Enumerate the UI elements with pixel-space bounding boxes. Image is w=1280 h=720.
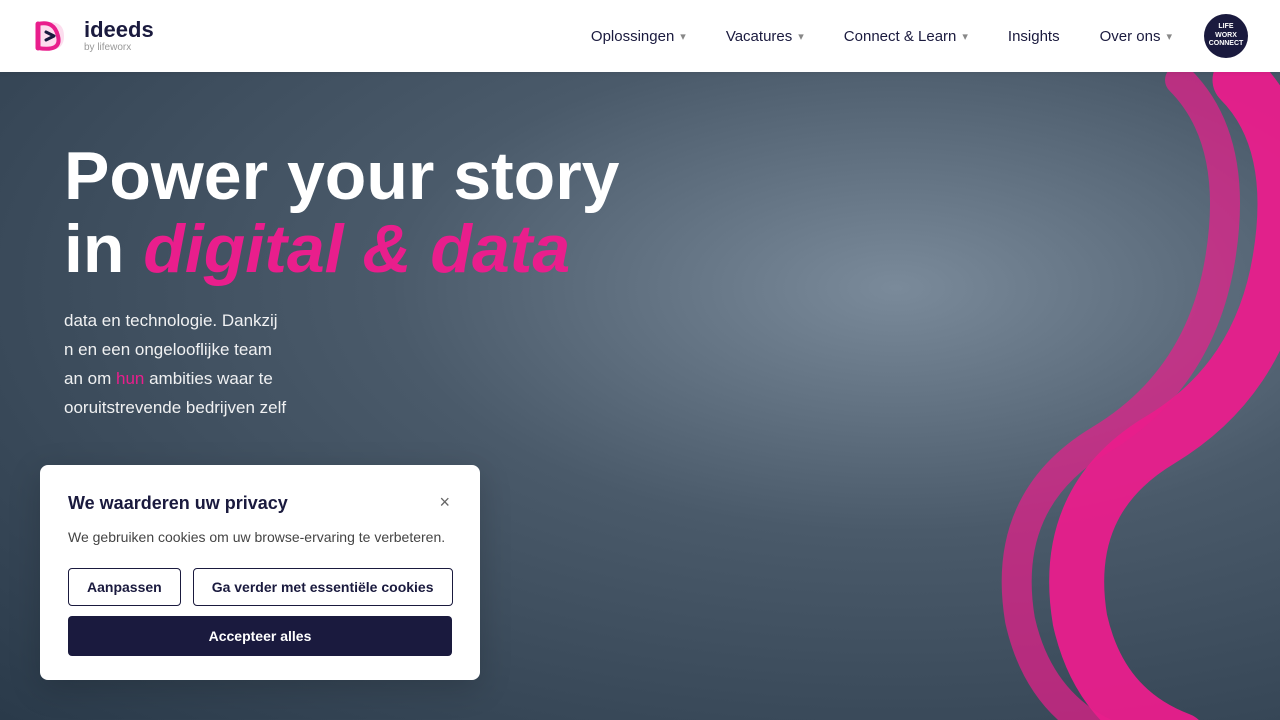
nav-link-vacatures[interactable]: Vacatures ▾ (710, 20, 820, 53)
hero-title: Power your story in digital & data (64, 140, 620, 287)
chevron-down-icon: ▾ (1166, 30, 1172, 43)
cookie-essential-button[interactable]: Ga verder met essentiële cookies (193, 568, 453, 606)
nav-item-oplossingen[interactable]: Oplossingen ▾ (575, 20, 702, 53)
cookie-body: We gebruiken cookies om uw browse-ervari… (68, 526, 452, 548)
nav-link-connect-learn[interactable]: Connect & Learn ▾ (828, 20, 984, 53)
cookie-buttons: Aanpassen Ga verder met essentiële cooki… (68, 568, 452, 656)
cookie-close-button[interactable]: × (437, 493, 452, 511)
lifeworx-badge[interactable]: lifeworxconnect (1204, 14, 1248, 58)
nav-item-connect-learn[interactable]: Connect & Learn ▾ (828, 20, 984, 53)
cookie-btn-row: Aanpassen Ga verder met essentiële cooki… (68, 568, 452, 606)
hero-title-line2: in digital & data (64, 211, 570, 287)
cookie-modal-header: We waarderen uw privacy × (68, 493, 452, 514)
nav-item-vacatures[interactable]: Vacatures ▾ (710, 20, 820, 53)
navigation: ideeds by lifeworx Oplossingen ▾ Vacatur… (0, 0, 1280, 72)
cookie-title: We waarderen uw privacy (68, 493, 288, 514)
lifeworx-badge-text: lifeworxconnect (1209, 23, 1244, 48)
nav-link-over-ons[interactable]: Over ons ▾ (1084, 20, 1188, 53)
nav-item-over-ons[interactable]: Over ons ▾ (1084, 20, 1188, 53)
logo-icon (32, 14, 76, 58)
cookie-accept-button[interactable]: Accepteer alles (68, 616, 452, 656)
chevron-down-icon: ▾ (798, 30, 804, 43)
nav-link-oplossingen[interactable]: Oplossingen ▾ (575, 20, 702, 53)
logo[interactable]: ideeds by lifeworx (32, 14, 154, 58)
logo-text: ideeds (84, 17, 154, 42)
subtitle-highlight: hun (116, 369, 144, 388)
nav-link-insights[interactable]: Insights (992, 20, 1076, 53)
hero-content: Power your story in digital & data data … (64, 140, 620, 422)
nav-item-insights[interactable]: Insights (992, 20, 1076, 53)
cookie-adjust-button[interactable]: Aanpassen (68, 568, 181, 606)
hero-title-line1: Power your story (64, 138, 620, 214)
cookie-modal: We waarderen uw privacy × We gebruiken c… (40, 465, 480, 680)
hero-subtitle: data en technologie. Dankzij n en een on… (64, 307, 620, 423)
logo-sub: by lifeworx (84, 42, 154, 53)
chevron-down-icon: ▾ (680, 30, 686, 43)
chevron-down-icon: ▾ (962, 30, 968, 43)
nav-links: Oplossingen ▾ Vacatures ▾ Connect & Lear… (575, 20, 1188, 53)
hero-title-accent: digital & data (143, 211, 570, 287)
